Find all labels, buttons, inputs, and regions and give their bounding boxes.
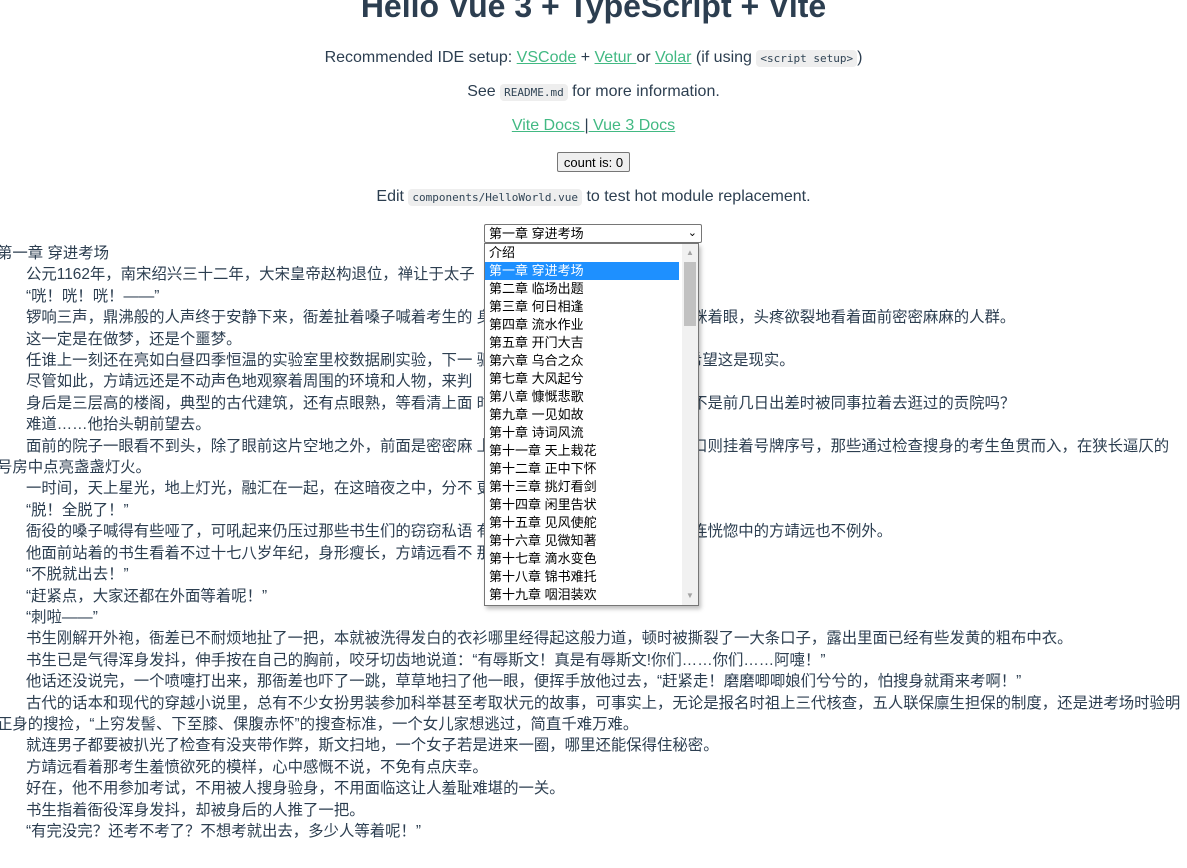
chapter-option[interactable]: 第十章 诗词风流 — [485, 424, 679, 442]
chapter-option[interactable]: 介绍 — [485, 244, 679, 262]
chapter-option[interactable]: 第十五章 见风使舵 — [485, 514, 679, 532]
page-title: Hello Vue 3 + TypeScript + Vite — [360, 0, 827, 24]
vetur-link[interactable]: Vetur — [595, 49, 637, 66]
more-info-text: for more information. — [567, 83, 720, 100]
chapter-option[interactable]: 第二章 临场出题 — [485, 280, 679, 298]
if-using-text: (if using — [691, 49, 757, 66]
edit-text: Edit — [376, 188, 409, 205]
paragraph: 好在，他不用参加考试，不用被人搜身验身，不用面临这让人羞耻难堪的一关。 — [26, 780, 565, 798]
paragraph: “有完没完？还考不考了？不想考就出去，多少人等着呢！” — [26, 822, 422, 840]
scrollbar[interactable]: ▲ ▼ — [682, 244, 698, 605]
scrollbar-thumb[interactable] — [684, 262, 696, 326]
paragraph: “刺啦——” — [26, 608, 98, 626]
paragraph: 他话还没说完，一个喷嚏打出来，那衙差也吓了一跳，草草地扫了他一眼，便挥手放他过去… — [26, 673, 1022, 691]
vscode-link[interactable]: VSCode — [517, 49, 577, 66]
paragraph: 书生刚解开外袍，衙差已不耐烦地扯了一把，本就被洗得发白的衣衫哪里经得起这般力道，… — [26, 630, 1073, 648]
or-text: or — [636, 49, 655, 66]
chapter-option[interactable]: 第十八章 锦书难托 — [485, 568, 679, 586]
paragraph: 书生指着衙役浑身发抖，却被身后的人推了一把。 — [26, 801, 365, 819]
component-path-code: components/HelloWorld.vue — [408, 189, 582, 206]
ide-setup-line: Recommended IDE setup: VSCode + Vetur or… — [0, 49, 1187, 67]
count-button[interactable]: count is: 0 — [556, 152, 631, 172]
chapter-option[interactable]: 第十一章 天上栽花 — [485, 442, 679, 460]
volar-link[interactable]: Volar — [655, 49, 691, 66]
chapter-option[interactable]: 第七章 大风起兮 — [485, 370, 679, 388]
chapter-option[interactable]: 第五章 开门大吉 — [485, 334, 679, 352]
scroll-down-arrow-icon[interactable]: ▼ — [682, 589, 698, 603]
paragraph: 方靖远看着那考生羞愤欲死的模样，心中感慨不说，不免有点庆幸。 — [26, 758, 488, 776]
plus-text: + — [576, 49, 595, 66]
scroll-up-arrow-icon[interactable]: ▲ — [682, 246, 698, 260]
readme-line: See README.md for more information. — [0, 83, 1187, 101]
chapter-option[interactable]: 第八章 慷慨悲歌 — [485, 388, 679, 406]
readme-code: README.md — [500, 84, 568, 101]
edit-line: Edit components/HelloWorld.vue to test h… — [0, 188, 1187, 206]
docs-links: Vite Docs | Vue 3 Docs — [0, 117, 1187, 135]
vite-docs-link[interactable]: Vite Docs — [512, 117, 585, 134]
see-text: See — [467, 83, 501, 100]
chevron-down-icon: ⌄ — [687, 227, 697, 239]
script-setup-code: <script setup> — [756, 50, 858, 67]
chapter-option[interactable]: 第十七章 滴水变色 — [485, 550, 679, 568]
paragraph: 就连男子都要被扒光了检查有没夹带作弊，斯文扫地，一个女子若是进来一圈，哪里还能保… — [26, 737, 719, 755]
chapter-option[interactable]: 第十六章 见微知著 — [485, 532, 679, 550]
paragraph: 书生已是气得浑身发抖，伸手按在自己的胸前，咬牙切齿地说道：“有辱斯文！真是有辱斯… — [26, 651, 826, 669]
chapter-option[interactable]: 第九章 一见如故 — [485, 406, 679, 424]
chapter-select-value: 第一章 穿进考场 — [489, 226, 584, 241]
hmr-text: to test hot module replacement. — [582, 188, 811, 205]
chapter-option[interactable]: 第三章 何日相逢 — [485, 298, 679, 316]
chapter-option[interactable]: 第一章 穿进考场 — [485, 262, 679, 280]
chapter-select[interactable]: 第一章 穿进考场 ⌄ — [484, 224, 702, 243]
close-paren: ) — [857, 49, 863, 66]
chapter-option[interactable]: 第十三章 挑灯看剑 — [485, 478, 679, 496]
chapter-option[interactable]: 第十二章 正中下怀 — [485, 460, 679, 478]
chapter-option[interactable]: 第六章 乌合之众 — [485, 352, 679, 370]
paragraph: 古代的话本和现代的穿越小说里，总有不少女扮男装参加科举甚至考取状元的故事，可事实… — [0, 694, 1181, 733]
vue-docs-link[interactable]: Vue 3 Docs — [589, 117, 675, 134]
chapter-dropdown-list[interactable]: 介绍 第一章 穿进考场 第二章 临场出题 第三章 何日相逢 第四章 流水作业 第五章 开门… — [484, 243, 699, 606]
chapter-option[interactable]: 第四章 流水作业 — [485, 316, 679, 334]
ide-prefix: Recommended IDE setup: — [324, 49, 517, 66]
chapter-option[interactable]: 第十九章 咽泪装欢 — [485, 586, 679, 604]
chapter-option[interactable]: 第十四章 闲里告状 — [485, 496, 679, 514]
